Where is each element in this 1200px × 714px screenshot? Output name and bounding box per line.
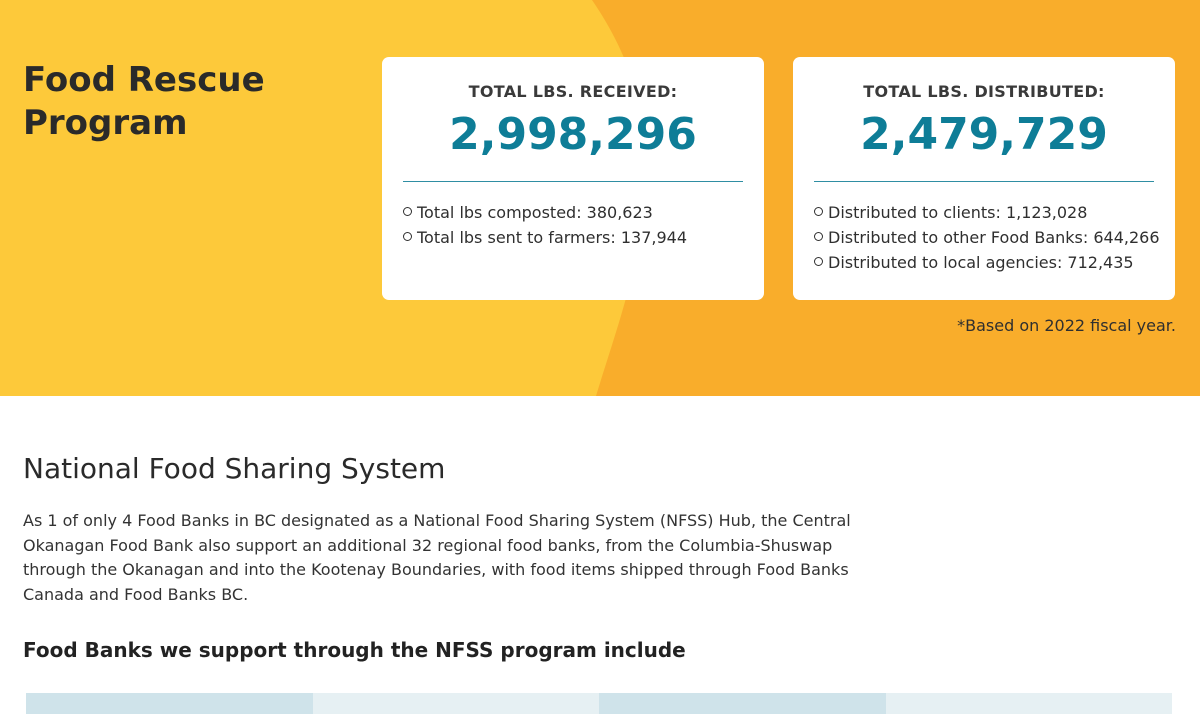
list-item: Distributed to local agencies: 712,435	[814, 250, 1154, 275]
page-title: Food Rescue Program	[23, 60, 265, 143]
circle-bullet-icon	[814, 232, 823, 241]
table-header-cell	[312, 693, 599, 714]
table-header-cell	[885, 693, 1172, 714]
food-rescue-hero: Food Rescue Program TOTAL LBS. RECEIVED:…	[0, 0, 1200, 396]
circle-bullet-icon	[814, 257, 823, 266]
received-heading: TOTAL LBS. RECEIVED:	[468, 82, 678, 101]
nfss-description: As 1 of only 4 Food Banks in BC designat…	[23, 511, 851, 604]
nfss-subheading: Food Banks we support through the NFSS p…	[23, 638, 686, 662]
list-item: Distributed to other Food Banks: 644,266	[814, 225, 1160, 250]
card-divider	[403, 181, 743, 182]
distributed-breakdown-list: Distributed to clients: 1,123,028 Distri…	[814, 200, 1160, 275]
list-item: Total lbs sent to farmers: 137,944	[403, 225, 743, 250]
nfss-title: National Food Sharing System	[23, 452, 446, 485]
circle-bullet-icon	[403, 207, 412, 216]
table-header-cell	[26, 693, 313, 714]
circle-bullet-icon	[403, 232, 412, 241]
fiscal-year-footnote: *Based on 2022 fiscal year.	[957, 316, 1176, 335]
card-divider	[814, 181, 1154, 182]
circle-bullet-icon	[814, 207, 823, 216]
distributed-heading: TOTAL LBS. DISTRIBUTED:	[863, 82, 1105, 101]
list-item: Total lbs composted: 380,623	[403, 200, 743, 225]
list-item: Distributed to clients: 1,123,028	[814, 200, 1154, 225]
received-total: 2,998,296	[449, 109, 697, 160]
distributed-card: TOTAL LBS. DISTRIBUTED: 2,479,729 Distri…	[793, 57, 1175, 300]
received-breakdown-list: Total lbs composted: 380,623 Total lbs s…	[403, 200, 743, 250]
food-banks-table-header	[26, 693, 1172, 714]
table-header-cell	[599, 693, 886, 714]
received-card: TOTAL LBS. RECEIVED: 2,998,296 Total lbs…	[382, 57, 764, 300]
distributed-total: 2,479,729	[860, 109, 1108, 160]
